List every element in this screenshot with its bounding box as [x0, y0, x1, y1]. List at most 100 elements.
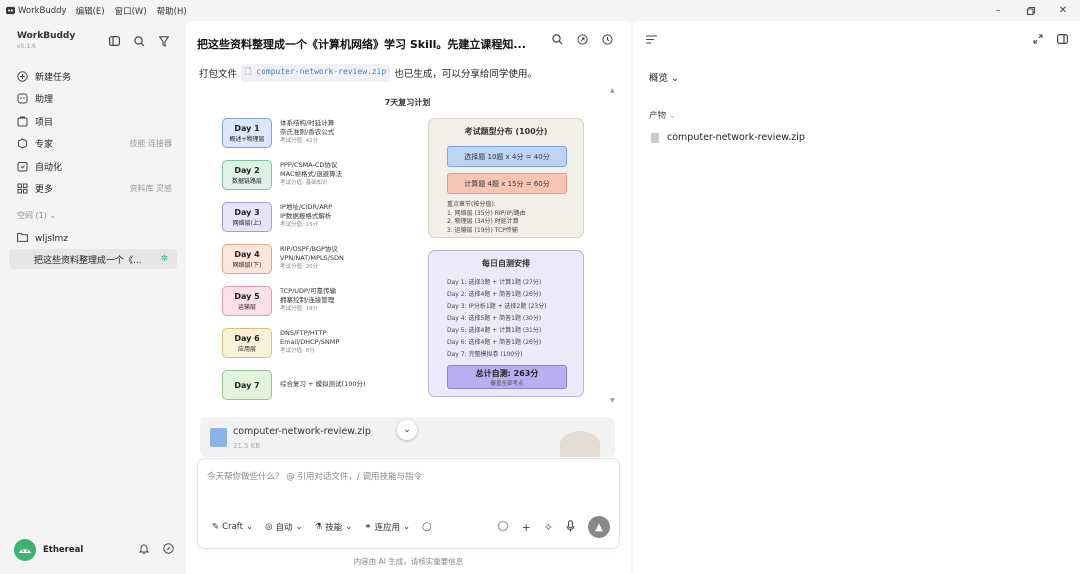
scroll-down-arrow-icon[interactable]: ▼	[610, 397, 615, 404]
add-icon[interactable]: +	[522, 521, 531, 534]
minimize-button[interactable]: –	[981, 0, 1015, 21]
filter-icon[interactable]	[158, 35, 170, 47]
send-button[interactable]: ▲	[588, 516, 610, 538]
file-icon	[651, 132, 659, 143]
nav-assistant[interactable]: 助理	[17, 88, 172, 111]
day-detail-line: PPP/CSMA-CD协议	[280, 161, 338, 169]
attachment-size: 21.5 KB	[233, 442, 261, 450]
search-icon[interactable]	[552, 34, 563, 48]
progress-ring-icon[interactable]	[497, 520, 509, 535]
self-test-item: Day 1: 选择3题 + 计算1题 (27分)	[447, 279, 542, 286]
check-circle-icon[interactable]: ◯	[422, 522, 432, 532]
self-test-item: Day 3: IP分析1题 + 选择2题 (23分)	[447, 303, 547, 310]
restore-button[interactable]	[1014, 0, 1048, 21]
history-icon[interactable]	[602, 34, 613, 48]
toggle-sidebar-icon[interactable]	[108, 35, 120, 47]
space-section[interactable]: 空间 (1) ⌄	[17, 210, 56, 221]
scroll-to-bottom-button[interactable]: ⌄	[397, 420, 417, 440]
file-link[interactable]: 🗋 computer-network-review.zip	[241, 64, 391, 82]
menu-window[interactable]: 窗口(W)	[115, 5, 147, 17]
menu-edit[interactable]: 编辑(E)	[76, 5, 105, 17]
panel-toggle-icon[interactable]	[1057, 34, 1069, 47]
craft-mode-button[interactable]: ✎ Craft ⌄	[212, 522, 253, 532]
day-badge: Day 4 网络层(下)	[222, 244, 272, 274]
day-score: 考试分值: 8分	[280, 348, 315, 354]
nav-expert[interactable]: 专家 技能 连接器	[17, 133, 172, 156]
nav-new-task[interactable]: 新建任务	[17, 65, 172, 88]
chevron-down-icon: ⌄	[403, 522, 411, 532]
user-name: Ethereal	[43, 545, 84, 555]
folder-item[interactable]: wljslmz	[17, 232, 68, 245]
search-icon[interactable]	[133, 35, 145, 47]
message-input-box[interactable]: 今天帮你做些什么？ @ 引用对话文件，/ 调用技能与指令 ✎ Craft ⌄ ◎ 自动…	[197, 458, 620, 549]
day-topic: 概述+物理层	[229, 135, 265, 143]
chat-header-tools	[552, 34, 613, 48]
nav-automation[interactable]: 自动化	[17, 155, 172, 178]
nav-more[interactable]: 更多 资料库 灵感	[17, 178, 172, 201]
pack-suffix: 也已生成，可以分享给同学使用。	[394, 69, 537, 80]
craft-icon: ✎	[212, 522, 220, 532]
exam-title: 考试题型分布 (100分)	[464, 127, 548, 136]
bell-icon[interactable]	[138, 543, 150, 557]
overview-dropdown[interactable]: 概览 ⌄	[649, 70, 679, 84]
nav-expert-hint: 技能 连接器	[129, 139, 172, 149]
chevron-down-icon: ⌄	[345, 522, 353, 532]
sidebar-header: WorkBuddy v5.1.6	[17, 31, 75, 50]
day-details: TCP/UDP/可靠传输 拥塞控制/连接管理 考试分值: 19分	[280, 287, 336, 314]
input-tools: ✎ Craft ⌄ ◎ 自动 ⌄ ⚗ 技能 ⌄ ⚭ 连应用 ⌄ ◯	[212, 521, 432, 533]
day-score: 考试分值: 42分	[280, 138, 319, 144]
folder-icon	[17, 232, 28, 245]
day-badge: Day 6 应用层	[222, 328, 272, 358]
day-detail-line: IP数据报格式解析	[280, 212, 332, 220]
day-details: RIP/OSPF/BGP协议 VPN/NAT/MPLS/SDN 考试分值: 20分	[280, 245, 344, 272]
connect-apps-button[interactable]: ⚭ 连应用 ⌄	[364, 521, 410, 533]
day-topic: 网络层(上)	[232, 219, 262, 227]
day-topic: 应用层	[237, 345, 256, 353]
self-test-list: Day 1: 选择3题 + 计算1题 (27分) Day 2: 选择4题 + 简…	[447, 277, 547, 361]
nav-more-label: 更多	[35, 185, 54, 196]
chevron-down-icon: ⌄	[245, 522, 254, 532]
total-box: 总计自测: 263分 覆盖全部考点	[447, 365, 567, 389]
sparkle-icon[interactable]: ✧	[544, 521, 553, 534]
day-name: Day 7	[234, 380, 260, 390]
day-details: PPP/CSMA-CD协议 MAC帧格式/退避算法 考试分值: 基础知识	[280, 161, 342, 188]
share-icon[interactable]	[577, 34, 588, 48]
expand-icon[interactable]	[1033, 34, 1043, 47]
nav-automation-label: 自动化	[35, 162, 63, 173]
day-badge: Day 3 网络层(上)	[222, 202, 272, 232]
grid-icon	[17, 183, 28, 194]
exam-calc-box: 计算题 4题 x 15分 = 60分	[447, 173, 567, 194]
nav-project[interactable]: 项目	[17, 110, 172, 133]
self-test-item: Day 2: 选择4题 + 简答1题 (26分)	[447, 291, 542, 298]
day-badge: Day 1 概述+物理层	[222, 118, 272, 148]
products-section[interactable]: 产物 ⌄	[649, 109, 676, 121]
nav-expert-label: 专家	[35, 140, 54, 151]
avatar[interactable]	[14, 539, 36, 561]
close-window-button[interactable]: ✕	[1046, 0, 1080, 21]
scroll-up-arrow-icon[interactable]: ▲	[610, 87, 615, 94]
outline-icon[interactable]	[646, 34, 657, 47]
skills-button[interactable]: ⚗ 技能 ⌄	[315, 521, 353, 533]
craft-label: Craft	[222, 522, 243, 532]
app-brand: WorkBuddy	[6, 6, 67, 16]
chevron-down-icon: ⌄	[671, 73, 680, 84]
skills-icon: ⚗	[314, 522, 323, 532]
day-detail-line: DNS/FTP/HTTP	[280, 329, 327, 337]
chat-panel: 把这些资料整理成一个《计算机网络》学习 Skill。先建立课程知... 打包文件…	[186, 21, 631, 574]
menu-help[interactable]: 帮助(H)	[157, 5, 187, 17]
microphone-icon[interactable]	[566, 519, 575, 535]
day-detail-line: 拥塞控制/连接管理	[280, 296, 335, 304]
conversation-item-active[interactable]: 把这些资料整理成一个《... ✲	[9, 249, 177, 269]
day-detail-line: TCP/UDP/可靠传输	[280, 287, 337, 295]
exam-note: 3. 运输层 (19分) TCP传输	[447, 226, 518, 234]
product-file-item[interactable]: computer-network-review.zip	[651, 132, 805, 143]
sidebar-nav: 新建任务 助理 项目 专家 技能 连接器 自动化 更多 资料库 灵感	[17, 65, 172, 200]
self-test-item: Day 5: 选择4题 + 计算1题 (31分)	[447, 327, 542, 334]
auto-model-button[interactable]: ◎ 自动 ⌄	[265, 521, 303, 533]
sidebar-header-icons	[108, 35, 170, 47]
day-name: Day 4	[234, 249, 260, 259]
assistant-icon	[17, 93, 28, 104]
zip-file-icon	[210, 428, 227, 447]
compass-icon[interactable]	[163, 543, 174, 557]
day-score: 考试分值: 基础知识	[280, 180, 328, 186]
